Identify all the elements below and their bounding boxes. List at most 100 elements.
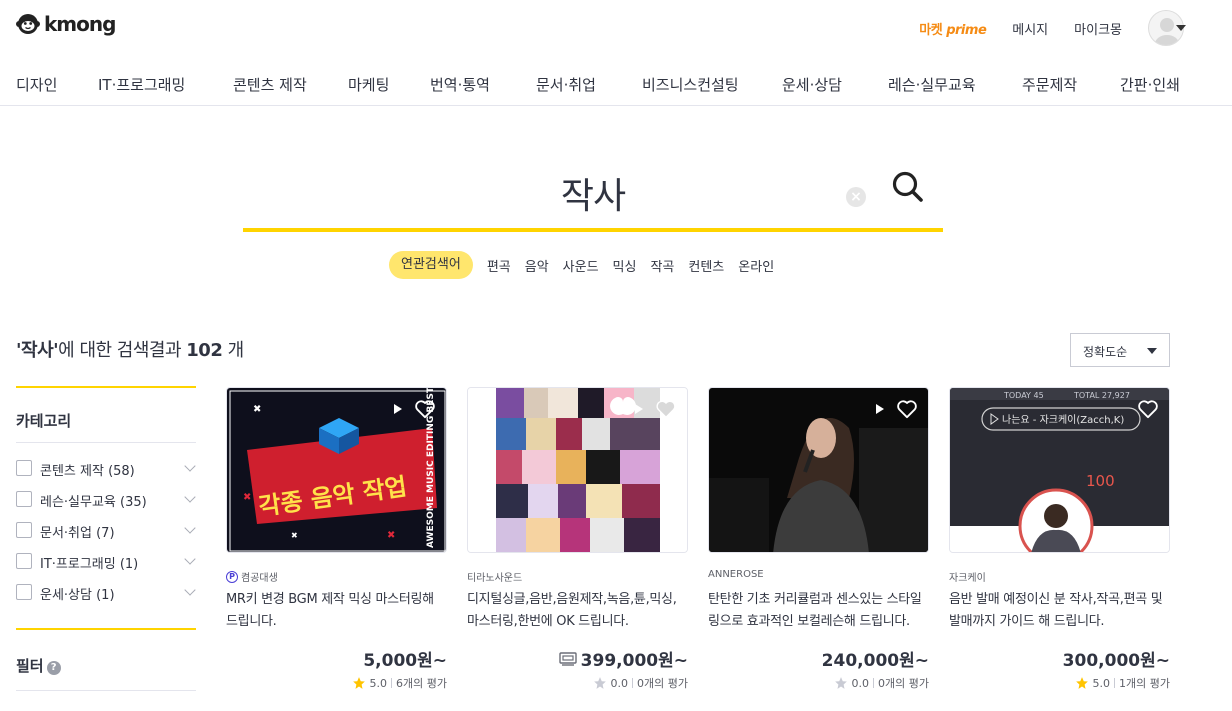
gig-title[interactable]: MR키 변경 BGM 제작 믹싱 마스터링해 드립니다. [226,589,447,633]
seller-info[interactable]: P 켬공대생 [226,569,278,584]
search-icon[interactable] [891,170,925,204]
thumb-song-title: 나는요 - 자크케이(Zacch,K) [1002,414,1124,426]
gig-price: 240,000원~ [821,651,929,671]
chevron-down-icon[interactable] [184,522,196,534]
rating-score: 0.0 [851,676,870,690]
category-nav: 디자인 IT·프로그래밍 콘텐츠 제작 마케팅 번역·통역 문서·취업 비즈니스… [0,62,1232,106]
nav-content-production[interactable]: 콘텐츠 제작 [233,74,307,95]
related-keywords-label: 연관검색어 [389,251,473,279]
nav-translation[interactable]: 번역·통역 [430,74,490,95]
nav-business-consulting[interactable]: 비즈니스컨설팅 [642,74,739,95]
nav-documents-jobs[interactable]: 문서·취업 [536,74,596,95]
category-filter-item[interactable]: 운세·상담 (1) [16,582,196,603]
filter-title-text: 필터 [16,657,44,675]
rating-separator [873,678,875,688]
nav-fortune-counseling[interactable]: 운세·상담 [782,74,842,95]
search-box: 작사 × [243,150,943,232]
result-unit: 개 [227,340,245,361]
clear-search-button[interactable]: × [846,187,866,207]
gig-card[interactable]: 티라노사운드 디지털싱글,음반,음원제작,녹음,튠,믹싱,마스터링,한번에 OK… [467,387,688,707]
chevron-down-icon[interactable] [184,460,196,472]
heart-icon[interactable] [1137,399,1159,419]
kmong-logo[interactable]: kmong [16,12,116,36]
gig-rating: 0.0 0개의 평가 [834,675,929,691]
gig-price: 300,000원~ [1062,651,1170,671]
gig-thumbnail[interactable]: 각종 음악 작업 AWESOME MUSIC EDITING BEST ✖ ✖ … [226,387,447,553]
market-prime-link[interactable]: 마켓 prime [919,19,987,38]
gig-price: 5,000원~ [363,651,447,671]
checkbox[interactable] [16,553,32,569]
nav-custom-order[interactable]: 주문제작 [1022,74,1077,95]
related-keyword[interactable]: 음악 [525,256,549,275]
category-filter-item[interactable]: 콘텐츠 제작 (58) [16,458,196,479]
related-keywords: 연관검색어 편곡 음악 사운드 믹싱 작곡 컨텐츠 온라인 [389,251,788,279]
gig-thumbnail[interactable] [467,387,688,553]
nav-lessons[interactable]: 레슨·실무교육 [888,74,976,95]
gig-card[interactable]: ANNEROSE 탄탄한 기초 커리큘럼과 센스있는 스타일링으로 효과적인 보… [708,387,929,707]
related-keyword[interactable]: 사운드 [563,256,599,275]
nav-marketing[interactable]: 마케팅 [348,74,389,95]
sort-dropdown[interactable]: 정확도순 [1070,333,1170,367]
gig-price: 399,000원~ [580,651,688,671]
nav-sign-printing[interactable]: 간판·인쇄 [1120,74,1180,95]
gig-thumbnail[interactable] [708,387,929,553]
category-filter-label: IT·프로그래밍 (1) [40,557,139,572]
chevron-down-icon[interactable] [184,491,196,503]
seller-info[interactable]: 자크케이 [949,569,986,584]
seller-name: 자크케이 [949,573,986,584]
chevron-down-icon[interactable] [184,553,196,565]
seller-info[interactable]: 티라노사운드 [467,569,522,584]
seller-info[interactable]: ANNEROSE [708,569,764,580]
sidebar-rule [16,442,196,443]
rating-separator [391,678,393,688]
gig-title[interactable]: 디지털싱글,음반,음원제작,녹음,튠,믹싱,마스터링,한번에 OK 드립니다. [467,589,688,633]
avatar-dropdown-caret-icon[interactable] [1176,25,1186,31]
svg-text:✖: ✖ [243,492,251,503]
svg-text:✖: ✖ [291,531,298,540]
gig-thumbnail[interactable]: TODAY 45 TOTAL 27,927 나는요 - 자크케이(Zacch,K… [949,387,1170,553]
category-filter-item[interactable]: 문서·취업 (7) [16,520,196,541]
monkey-logo-icon [16,14,40,34]
checkbox[interactable] [16,491,32,507]
gig-price-wrap: 399,000원~ [558,646,688,671]
my-kmong-link[interactable]: 마이크몽 [1074,19,1122,38]
heart-icon[interactable] [655,399,677,419]
gig-card[interactable]: TODAY 45 TOTAL 27,927 나는요 - 자크케이(Zacch,K… [949,387,1170,707]
category-filter-item[interactable]: IT·프로그래밍 (1) [16,551,196,572]
category-filter-label: 문서·취업 (7) [40,526,115,541]
related-keyword[interactable]: 온라인 [738,256,774,275]
nav-it-programming[interactable]: IT·프로그래밍 [98,74,185,95]
category-filter-item[interactable]: 레슨·실무교육 (35) [16,489,196,510]
search-input[interactable]: 작사 [243,167,943,219]
chevron-down-icon[interactable] [184,584,196,596]
gig-title[interactable]: 탄탄한 기초 커리큘럼과 센스있는 스타일링으로 효과적인 보컬레슨해 드립니다… [708,589,929,633]
prime-prefix: 마켓 [919,22,943,38]
result-count: 102 [186,340,223,361]
thumb-today-count: TODAY 45 [1003,391,1044,400]
gig-title[interactable]: 음반 발매 예정이신 분 작사,작곡,편곡 및 발매까지 가이드 해 드립니다. [949,589,1170,633]
help-icon[interactable]: ? [46,661,61,675]
review-count: 0개의 평가 [878,677,929,690]
caret-down-icon [1147,348,1157,354]
review-count: 6개의 평가 [396,677,447,690]
sidebar-rule [16,690,196,691]
checkbox[interactable] [16,522,32,538]
prime-suffix: prime [946,22,987,38]
svg-text:✖: ✖ [387,530,395,541]
sidebar-divider [16,386,196,388]
gig-card[interactable]: 각종 음악 작업 AWESOME MUSIC EDITING BEST ✖ ✖ … [226,387,447,707]
checkbox[interactable] [16,460,32,476]
messages-link[interactable]: 메시지 [1012,19,1048,38]
related-keyword[interactable]: 컨텐츠 [688,256,724,275]
related-keyword[interactable]: 편곡 [487,256,511,275]
checkbox[interactable] [16,584,32,600]
heart-icon[interactable] [896,399,918,419]
review-count: 1개의 평가 [1119,677,1170,690]
nav-design[interactable]: 디자인 [16,74,57,95]
rating-separator [1114,678,1116,688]
related-keyword[interactable]: 믹싱 [613,256,637,275]
delivery-icon [558,651,577,666]
related-keyword[interactable]: 작곡 [650,256,674,275]
prime-seller-badge-icon: P [226,570,238,583]
heart-icon[interactable] [414,399,436,419]
